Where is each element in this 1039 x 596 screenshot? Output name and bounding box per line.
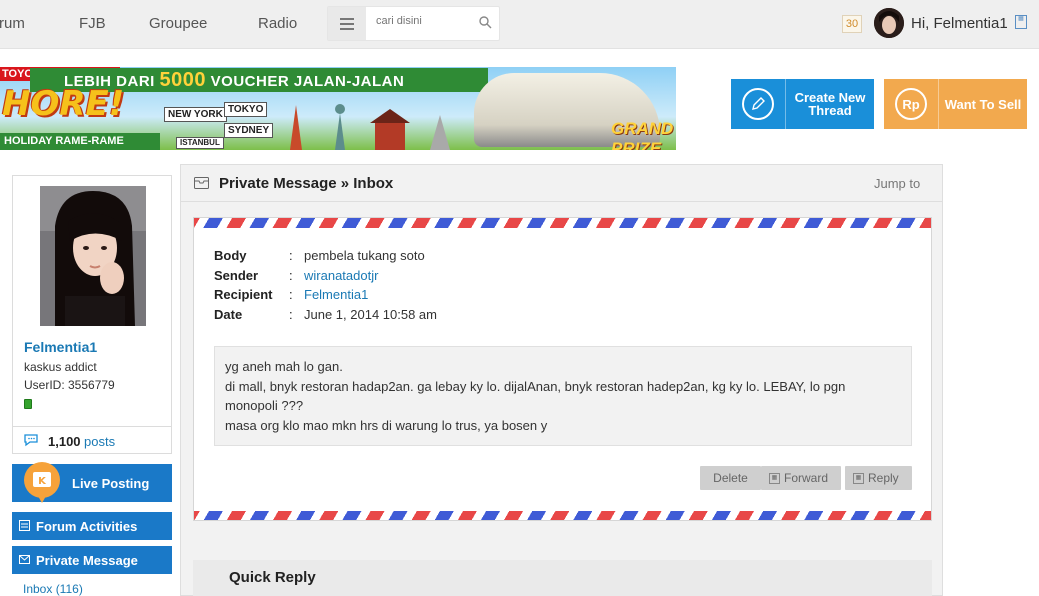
chat-bubble-icon [24, 434, 38, 447]
sell-icon-wrap: Rp [884, 79, 939, 129]
private-message-label: Private Message [36, 553, 138, 568]
profile-username[interactable]: Felmentia1 [24, 339, 97, 355]
quick-reply-title: Quick Reply [229, 569, 316, 586]
online-status-indicator [24, 399, 32, 409]
banner-badge: GRAND PRIZE [611, 119, 674, 150]
search-box [327, 6, 500, 41]
profile-photo[interactable] [40, 186, 146, 326]
airmail-border-bottom [194, 511, 931, 520]
colon: : [289, 307, 293, 323]
svg-text:K: K [38, 476, 47, 487]
user-greeting[interactable]: Hi, Felmentia1 [911, 15, 1008, 32]
inbox-link[interactable]: Inbox (116) [23, 582, 83, 596]
envelope-icon [19, 555, 30, 564]
page-title: Private Message » Inbox [219, 175, 394, 192]
message-icon [194, 177, 209, 189]
forum-activities-button[interactable]: Forum Activities [12, 512, 172, 540]
private-message-panel: Private Message » Inbox Jump to Body : p… [180, 164, 943, 596]
forum-activities-label: Forum Activities [36, 519, 138, 534]
pencil-icon [742, 88, 774, 120]
colon: : [289, 248, 293, 263]
menu-button[interactable] [328, 7, 366, 40]
sender-link[interactable]: wiranatadotjr [304, 268, 378, 283]
forward-icon: ▦ [769, 472, 780, 484]
message-letter: Body : pembela tukang soto Sender : wira… [193, 217, 932, 521]
posts-label[interactable]: posts [84, 434, 115, 449]
banner-headline: HORE! [2, 84, 125, 124]
delete-label: Delete [713, 471, 748, 485]
want-to-sell-button[interactable]: Rp Want To Sell [884, 79, 1027, 129]
create-thread-button[interactable]: Create New Thread [731, 79, 874, 129]
create-thread-label: Create New Thread [794, 90, 866, 118]
forward-button[interactable]: ▦ Forward [761, 466, 841, 490]
nav-forum[interactable]: rum [0, 15, 25, 32]
recipient-label: Recipient [214, 287, 273, 303]
message-date: June 1, 2014 10:58 am [304, 307, 437, 323]
live-posting-label: Live Posting [72, 476, 150, 491]
airmail-border-top [194, 218, 931, 228]
profile-rank: kaskus addict [24, 360, 97, 374]
activities-icon [19, 520, 30, 531]
colon: : [289, 267, 293, 283]
message-content: yg aneh mah lo gan. di mall, bnyk restor… [214, 346, 912, 446]
promo-banner[interactable]: TOYOTA LEBIH DARI 5000 VOUCHER JALAN-JAL… [0, 67, 676, 150]
rupiah-icon: Rp [895, 88, 927, 120]
forward-label: Forward [784, 471, 829, 485]
create-thread-icon-wrap [731, 79, 786, 129]
date-label: Date [214, 307, 243, 323]
landmarks-illustration [290, 104, 450, 150]
message-line: masa org klo mao mkn hrs di warung lo tr… [225, 417, 548, 433]
search-input[interactable] [376, 15, 476, 27]
body-label: Body [214, 248, 247, 263]
reply-label: Reply [868, 471, 899, 485]
posts-row[interactable]: 1,100 posts [13, 426, 171, 454]
message-line: yg aneh mah lo gan. [225, 359, 343, 374]
avatar[interactable] [874, 8, 904, 38]
panel-header: Private Message » Inbox Jump to [181, 165, 942, 202]
sign-istanbul: ISTANBUL [176, 137, 224, 149]
top-navigation-bar: rum FJB Groupee Radio 30 Hi, Felmentia1 … [0, 0, 1039, 49]
qr-icon[interactable]: ▦ [1015, 15, 1027, 29]
avatar-image [874, 8, 904, 38]
sign-tokyo: TOKYO [224, 102, 268, 117]
profile-user-id: UserID: 3556779 [24, 378, 115, 392]
want-to-sell-label: Want To Sell [944, 96, 1022, 112]
profile-card: Felmentia1 kaskus addict UserID: 3556779… [12, 175, 172, 454]
recipient-link[interactable]: Felmentia1 [304, 287, 368, 302]
quick-reply-section: Quick Reply [193, 560, 932, 596]
jump-to-link[interactable]: Jump to [874, 176, 920, 191]
nav-fjb[interactable]: FJB [79, 15, 106, 32]
private-message-button[interactable]: Private Message [12, 546, 172, 574]
colon: : [289, 287, 293, 303]
profile-image [40, 186, 146, 326]
delete-button[interactable]: Delete [700, 466, 761, 490]
banner-footer: HOLIDAY RAME-RAME [0, 133, 160, 150]
live-posting-button[interactable]: K Live Posting [12, 462, 172, 503]
notification-badge[interactable]: 30 [842, 15, 862, 33]
posts-count: 1,100 [48, 434, 81, 449]
message-line: di mall, bnyk restoran hadap2an. ga leba… [225, 378, 846, 414]
sign-sydney: SYDNEY [224, 123, 274, 138]
nav-radio[interactable]: Radio [258, 15, 297, 32]
live-posting-icon: K [24, 462, 60, 503]
reply-icon: ▦ [853, 472, 864, 484]
nav-groupee[interactable]: Groupee [149, 15, 207, 32]
search-icon[interactable] [478, 15, 492, 29]
message-body: pembela tukang soto [304, 248, 425, 263]
reply-button[interactable]: ▦ Reply [845, 466, 912, 490]
sender-label: Sender [214, 267, 259, 283]
sign-new-york: NEW YORK [164, 107, 227, 122]
hamburger-icon [340, 17, 354, 30]
